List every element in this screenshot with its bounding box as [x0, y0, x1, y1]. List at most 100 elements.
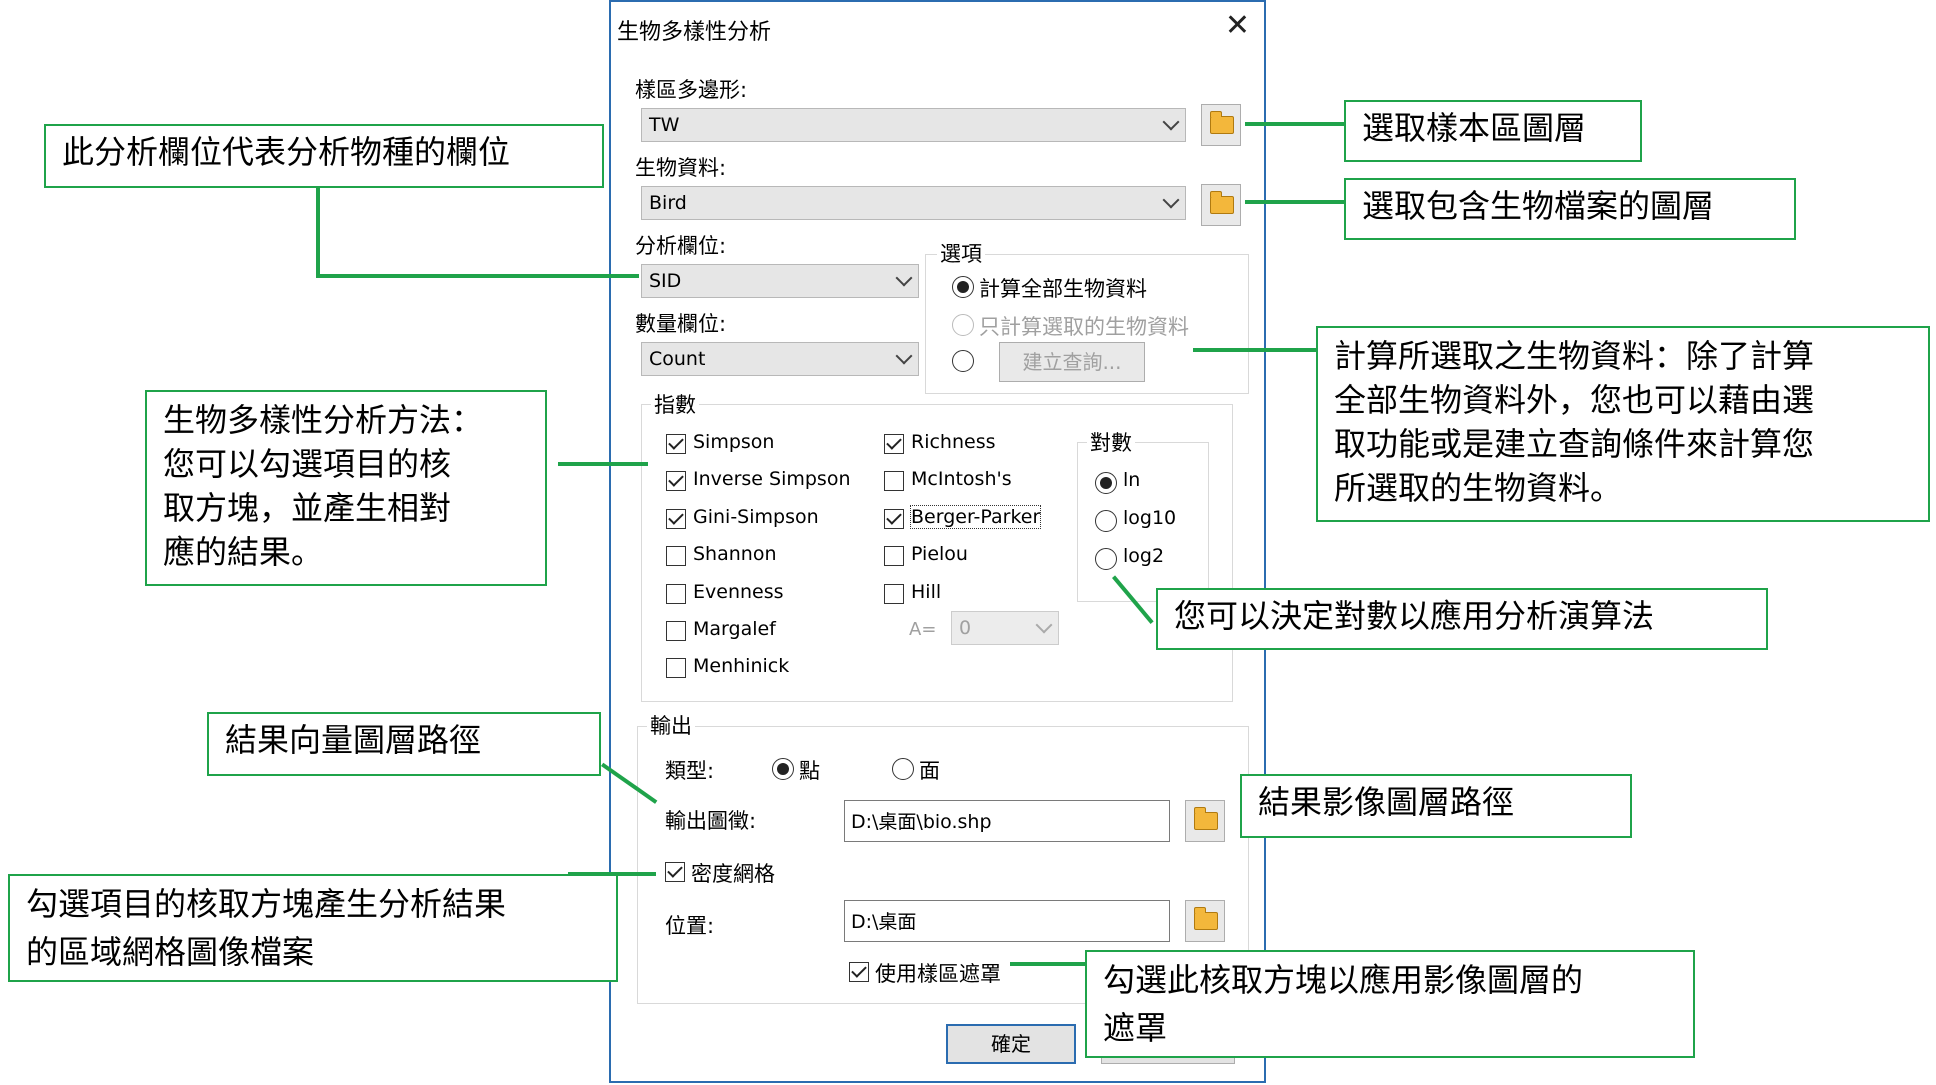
- callout-text: 您可以決定對數以應用分析演算法: [1174, 597, 1655, 635]
- chevron-down-icon: [895, 269, 913, 287]
- sample-polygon-label: 樣區多邊形:: [635, 78, 748, 102]
- location-browse-button[interactable]: [1185, 900, 1225, 942]
- callout-mask: 勾選此核取方塊以應用影像圖層的 遮罩: [1085, 950, 1695, 1058]
- biodiversity-dialog: 生物多樣性分析 ✕ 樣區多邊形: TW 生物資料: Bird 分析欄位: SID…: [609, 0, 1266, 1083]
- mcintosh-label: McIntosh's: [911, 468, 1012, 490]
- location-label: 位置:: [665, 914, 715, 938]
- calc-all-label: 計算全部生物資料: [979, 277, 1147, 301]
- ln-radio[interactable]: [1095, 472, 1117, 494]
- callout-text: 結果影像圖層路徑: [1258, 783, 1515, 821]
- output-path-input[interactable]: D:\桌面\bio.shp: [844, 800, 1170, 842]
- dialog-title: 生物多樣性分析: [617, 20, 772, 45]
- count-field-value: Count: [649, 348, 706, 370]
- count-field-select[interactable]: Count: [641, 342, 919, 376]
- hill-a-value: 0: [959, 617, 972, 639]
- output-polygon-radio[interactable]: [892, 758, 914, 780]
- output-path-browse-button[interactable]: [1185, 800, 1225, 842]
- hill-a-label: A=: [909, 619, 937, 640]
- connector-line: [316, 188, 320, 276]
- hill-a-select[interactable]: 0: [951, 611, 1059, 645]
- callout-text: 結果向量圖層路徑: [225, 721, 482, 759]
- count-field-label: 數量欄位:: [635, 312, 727, 336]
- inverse-simpson-checkbox[interactable]: [666, 471, 686, 491]
- use-mask-checkbox[interactable]: [849, 962, 869, 982]
- simpson-checkbox[interactable]: [666, 434, 686, 454]
- callout-analysis-field: 此分析欄位代表分析物種的欄位: [44, 124, 604, 188]
- callout-calc-selected: 計算所選取之生物資料：除了計算 全部生物資料外，您也可以藉由選 取功能或是建立查…: [1316, 326, 1930, 522]
- chevron-down-icon: [1035, 616, 1053, 634]
- log10-radio[interactable]: [1095, 510, 1117, 532]
- connector-line: [1245, 200, 1344, 204]
- chevron-down-icon: [1162, 113, 1180, 131]
- calc-selected-radio[interactable]: [952, 314, 974, 336]
- callout-raster-path: 結果影像圖層路徑: [1240, 774, 1632, 838]
- title-bar: 生物多樣性分析 ✕: [611, 2, 1264, 52]
- callout-grid: 勾選項目的核取方塊產生分析結果 的區域網格圖像檔案: [8, 874, 618, 982]
- richness-checkbox[interactable]: [884, 434, 904, 454]
- bio-data-label: 生物資料:: [635, 156, 727, 180]
- folder-icon: [1210, 111, 1234, 134]
- hill-checkbox[interactable]: [884, 584, 904, 604]
- analysis-field-value: SID: [649, 270, 682, 292]
- callout-text: 選取樣本區圖層: [1362, 109, 1587, 147]
- output-type-label: 類型:: [665, 759, 715, 783]
- bio-data-select[interactable]: Bird: [641, 186, 1186, 220]
- shannon-checkbox[interactable]: [666, 546, 686, 566]
- log10-label: log10: [1123, 507, 1177, 529]
- density-grid-label: 密度網格: [691, 862, 775, 886]
- query-radio[interactable]: [952, 350, 974, 372]
- output-point-radio[interactable]: [772, 758, 794, 780]
- build-query-button[interactable]: 建立查詢...: [999, 342, 1145, 382]
- close-icon[interactable]: ✕: [1225, 8, 1250, 43]
- analysis-field-select[interactable]: SID: [641, 264, 919, 298]
- callout-log: 您可以決定對數以應用分析演算法: [1156, 588, 1768, 650]
- connector-line: [558, 462, 648, 466]
- output-group-title: 輸出: [647, 710, 695, 740]
- pielou-label: Pielou: [911, 543, 968, 565]
- folder-icon: [1194, 807, 1218, 830]
- berger-parker-checkbox[interactable]: [884, 509, 904, 529]
- callout-text: 勾選此核取方塊以應用影像圖層的 遮罩: [1103, 961, 1584, 1047]
- menhinick-checkbox[interactable]: [666, 658, 686, 678]
- pielou-checkbox[interactable]: [884, 546, 904, 566]
- margalef-checkbox[interactable]: [666, 621, 686, 641]
- bio-data-browse-button[interactable]: [1201, 184, 1241, 226]
- callout-text: 計算所選取之生物資料：除了計算 全部生物資料外，您也可以藉由選 取功能或是建立查…: [1334, 337, 1815, 507]
- evenness-checkbox[interactable]: [666, 584, 686, 604]
- callout-select-sample-layer: 選取樣本區圖層: [1344, 100, 1642, 162]
- use-mask-label: 使用樣區遮罩: [875, 962, 1001, 986]
- shannon-label: Shannon: [693, 543, 777, 565]
- margalef-label: Margalef: [693, 618, 776, 640]
- sample-polygon-value: TW: [649, 114, 680, 136]
- output-path-label: 輸出圖徵:: [665, 809, 757, 833]
- ok-button[interactable]: 確定: [946, 1024, 1076, 1064]
- indices-group-title: 指數: [651, 389, 699, 419]
- output-polygon-label: 面: [919, 759, 940, 783]
- calc-all-radio[interactable]: [952, 276, 974, 298]
- connector-line: [1193, 348, 1316, 352]
- log2-label: log2: [1123, 545, 1165, 567]
- sample-polygon-select[interactable]: TW: [641, 108, 1186, 142]
- calc-selected-label: 只計算選取的生物資料: [979, 315, 1189, 339]
- richness-label: Richness: [911, 431, 996, 453]
- mcintosh-checkbox[interactable]: [884, 471, 904, 491]
- sample-polygon-browse-button[interactable]: [1201, 104, 1241, 146]
- gini-simpson-checkbox[interactable]: [666, 509, 686, 529]
- density-grid-checkbox[interactable]: [665, 862, 685, 882]
- evenness-label: Evenness: [693, 581, 784, 603]
- output-point-label: 點: [799, 759, 820, 783]
- connector-line: [1010, 962, 1085, 966]
- location-input[interactable]: D:\桌面: [844, 900, 1170, 942]
- callout-text: 此分析欄位代表分析物種的欄位: [62, 133, 511, 171]
- inverse-simpson-label: Inverse Simpson: [693, 468, 851, 490]
- log-group-title: 對數: [1087, 427, 1135, 457]
- log2-radio[interactable]: [1095, 548, 1117, 570]
- connector-line: [568, 872, 656, 876]
- bio-data-value: Bird: [649, 192, 687, 214]
- menhinick-label: Menhinick: [693, 655, 790, 677]
- callout-text: 勾選項目的核取方塊產生分析結果 的區域網格圖像檔案: [26, 885, 507, 971]
- connector-line: [1245, 122, 1344, 126]
- gini-simpson-label: Gini-Simpson: [693, 506, 819, 528]
- chevron-down-icon: [895, 347, 913, 365]
- ln-label: ln: [1123, 469, 1141, 491]
